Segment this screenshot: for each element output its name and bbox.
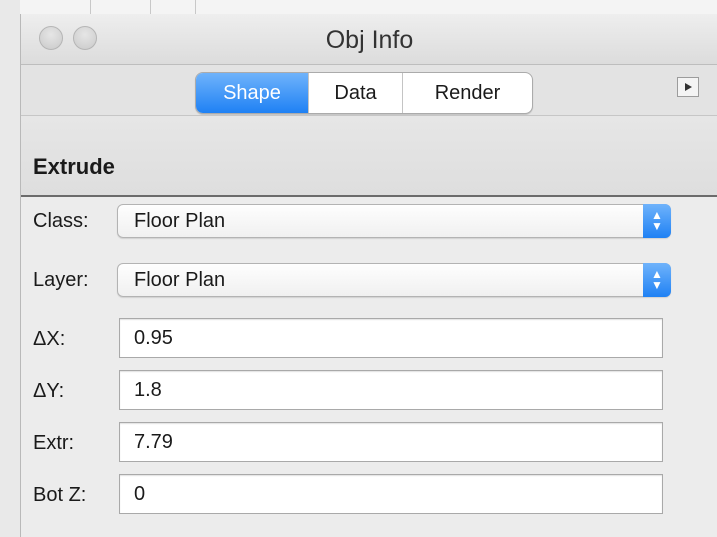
- botz-field[interactable]: [119, 474, 663, 514]
- properties-form: Class: Floor Plan ▲ ▼ Layer: Floor Plan ▲…: [21, 197, 717, 537]
- extr-label: Extr:: [33, 432, 75, 454]
- up-down-arrows-icon: ▲ ▼: [643, 263, 671, 297]
- section-header: Extrude: [21, 115, 717, 197]
- class-label: Class:: [33, 210, 89, 232]
- class-popup[interactable]: Floor Plan ▲ ▼: [117, 204, 671, 238]
- dx-field[interactable]: [119, 318, 663, 358]
- layer-label: Layer:: [33, 269, 89, 291]
- window-title: Obj Info: [325, 26, 414, 54]
- tab-render[interactable]: Render: [402, 73, 532, 113]
- obj-info-palette: Obj Info Shape Data Render Extrude Class…: [20, 14, 717, 537]
- dx-label: ΔX:: [33, 328, 66, 350]
- class-value: Floor Plan: [134, 210, 226, 232]
- background-app-toolbar: [20, 0, 717, 14]
- tab-data[interactable]: Data: [308, 73, 402, 113]
- botz-label: Bot Z:: [33, 484, 87, 506]
- up-down-arrows-icon: ▲ ▼: [643, 204, 671, 238]
- right-triangle-icon: [685, 83, 692, 91]
- botz-input[interactable]: [120, 475, 662, 513]
- tab-shape[interactable]: Shape: [196, 73, 308, 113]
- background-app-strip: [0, 0, 21, 537]
- dy-input[interactable]: [120, 371, 662, 409]
- dy-field[interactable]: [119, 370, 663, 410]
- expand-button[interactable]: [677, 77, 699, 97]
- extr-input[interactable]: [120, 423, 662, 461]
- layer-value: Floor Plan: [134, 269, 226, 291]
- dy-label: ΔY:: [33, 380, 65, 402]
- dx-input[interactable]: [120, 319, 662, 357]
- tab-bar: Shape Data Render: [21, 65, 717, 115]
- extr-field[interactable]: [119, 422, 663, 462]
- section-title: Extrude: [33, 154, 115, 179]
- segmented-control: Shape Data Render: [195, 72, 533, 114]
- title-bar[interactable]: Obj Info: [21, 14, 717, 65]
- layer-popup[interactable]: Floor Plan ▲ ▼: [117, 263, 671, 297]
